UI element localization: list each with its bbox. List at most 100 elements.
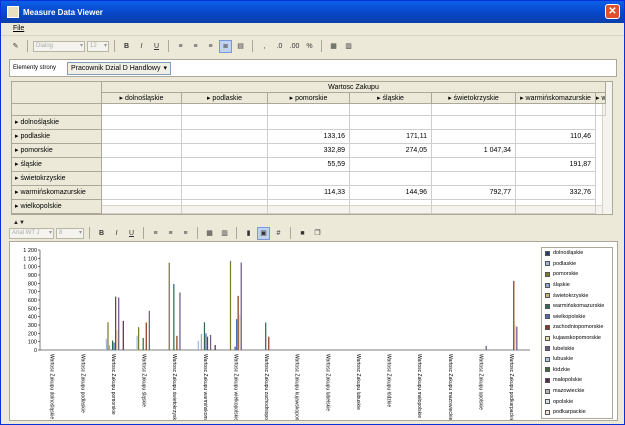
close-button[interactable]: ✕ — [605, 4, 620, 19]
table-cell[interactable] — [182, 158, 268, 172]
font-name-select[interactable]: Dialog — [33, 40, 85, 52]
table-cell[interactable] — [432, 158, 516, 172]
chart-bold-button[interactable]: B — [95, 227, 108, 240]
chart-align-right-icon[interactable]: ≡ — [179, 227, 192, 240]
table-cell[interactable]: 144,96 — [350, 186, 432, 200]
wrap-icon[interactable]: ▤ — [234, 40, 247, 53]
table-cell[interactable]: 792,77 — [432, 186, 516, 200]
table-cell[interactable] — [182, 116, 268, 130]
percent-icon[interactable]: % — [303, 40, 316, 53]
row-header[interactable]: ▸ wielkopolskie — [12, 200, 102, 214]
table-cell[interactable]: 332,76 — [516, 186, 596, 200]
table-cell[interactable] — [182, 130, 268, 144]
filter-select[interactable]: Pracownik Dzial D Handlowy ▾ — [67, 61, 171, 75]
row-header[interactable]: ▸ śląskie — [12, 158, 102, 172]
legend-label: opolskie — [553, 398, 574, 405]
chart-font-name-select[interactable]: Arial WT J — [9, 227, 54, 239]
table-cell[interactable] — [516, 116, 596, 130]
table-cell[interactable] — [182, 200, 268, 214]
align-center-icon[interactable]: ≡ — [189, 40, 202, 53]
x-tick-label: Wartosc Zakupu zachodniopomorskie — [263, 354, 269, 420]
table-cell[interactable] — [102, 116, 182, 130]
chart-copy-icon[interactable]: ❐ — [311, 227, 324, 240]
table-cell[interactable] — [268, 200, 350, 214]
column-header[interactable]: ▸ warmińskomazurskie — [516, 93, 596, 104]
row-header[interactable]: ▸ świetokrzyskie — [12, 172, 102, 186]
table-cell[interactable] — [350, 158, 432, 172]
y-tick-label: 900 — [28, 273, 37, 279]
column-header[interactable]: ▸ śląskie — [350, 93, 432, 104]
bar — [268, 336, 270, 350]
table-cell[interactable] — [102, 172, 182, 186]
table-cell[interactable] — [516, 200, 596, 214]
table-cell[interactable] — [102, 144, 182, 158]
chart-align-left-icon[interactable]: ≡ — [149, 227, 162, 240]
column-header[interactable]: ▸ podlaskie — [182, 93, 268, 104]
table-format-alt-icon[interactable]: ▥ — [342, 40, 355, 53]
format-painter-icon[interactable]: ✎ — [9, 40, 22, 53]
gridlines-icon[interactable]: # — [272, 227, 285, 240]
italic-button[interactable]: I — [135, 40, 148, 53]
table-cell[interactable] — [182, 172, 268, 186]
table-cell[interactable] — [432, 116, 516, 130]
chart-italic-button[interactable]: I — [110, 227, 123, 240]
table-cell[interactable] — [268, 116, 350, 130]
align-right-icon[interactable]: ≡ — [204, 40, 217, 53]
column-header[interactable]: ▸ pomorskie — [268, 93, 350, 104]
bar-chart-icon[interactable]: ▮ — [242, 227, 255, 240]
table-cell[interactable] — [432, 172, 516, 186]
table-cell[interactable]: 55,59 — [268, 158, 350, 172]
table-cell[interactable] — [432, 200, 516, 214]
table-format-icon[interactable]: ▦ — [327, 40, 340, 53]
chart-underline-button[interactable]: U — [125, 227, 138, 240]
column-header[interactable]: ▸ świetokrzyskie — [432, 93, 516, 104]
table-cell[interactable] — [350, 172, 432, 186]
increase-decimal-icon[interactable]: .00 — [288, 40, 301, 53]
table-cell[interactable] — [102, 158, 182, 172]
align-justify-icon[interactable]: ≣ — [219, 39, 232, 53]
table-cell[interactable] — [102, 130, 182, 144]
bold-button[interactable]: B — [120, 40, 133, 53]
table-cell[interactable] — [516, 172, 596, 186]
pivot-grid[interactable]: Wartosc Zakupu ▸ dolnośląskie ▸ podlaskie ▸… — [11, 81, 613, 215]
table-cell[interactable] — [102, 186, 182, 200]
font-size-select[interactable]: 12 — [87, 40, 109, 52]
column-header[interactable]: ▸ w — [596, 93, 606, 104]
table-cell[interactable] — [182, 144, 268, 158]
table-cell[interactable] — [432, 130, 516, 144]
chart-align-center-icon[interactable]: ≡ — [164, 227, 177, 240]
title-bar[interactable]: Measure Data Viewer ✕ — [1, 1, 624, 23]
table-cell[interactable] — [350, 116, 432, 130]
column-header[interactable]: ▸ dolnośląskie — [102, 93, 182, 104]
table-cell[interactable] — [268, 172, 350, 186]
row-header[interactable]: ▸ warmińskomazurskie — [12, 186, 102, 200]
table-cell[interactable]: 191,87 — [516, 158, 596, 172]
chart-color-icon[interactable]: ■ — [296, 227, 309, 240]
bar — [105, 338, 108, 350]
row-header[interactable]: ▸ dolnośląskie — [12, 116, 102, 130]
table-cell[interactable] — [350, 200, 432, 214]
align-left-icon[interactable]: ≡ — [174, 40, 187, 53]
table-cell[interactable]: 171,11 — [350, 130, 432, 144]
table-cell[interactable]: 332,89 — [268, 144, 350, 158]
chart-font-size-select[interactable]: 8 — [56, 227, 84, 239]
table-cell[interactable]: 1 047,34 — [432, 144, 516, 158]
decrease-decimal-icon[interactable]: .0 — [273, 40, 286, 53]
underline-button[interactable]: U — [150, 40, 163, 53]
table-cell[interactable] — [516, 144, 596, 158]
table-cell[interactable]: 114,33 — [268, 186, 350, 200]
legend-item: warmińskomazurskie — [542, 301, 612, 312]
table-cell[interactable]: 110,46 — [516, 130, 596, 144]
decimal-icon[interactable]: , — [258, 40, 271, 53]
menu-file[interactable]: File — [13, 25, 24, 32]
chart-table-format-icon[interactable]: ▦ — [203, 227, 216, 240]
table-cell[interactable]: 133,16 — [268, 130, 350, 144]
row-header[interactable]: ▸ podlaskie — [12, 130, 102, 144]
chart-type-icon[interactable]: ▣ — [257, 226, 270, 240]
legend-label: zachodniopomorskie — [553, 324, 604, 331]
row-header[interactable]: ▸ pomorskie — [12, 144, 102, 158]
chart-table-format-alt-icon[interactable]: ▥ — [218, 227, 231, 240]
table-cell[interactable] — [102, 200, 182, 214]
table-cell[interactable]: 274,05 — [350, 144, 432, 158]
table-cell[interactable] — [182, 186, 268, 200]
